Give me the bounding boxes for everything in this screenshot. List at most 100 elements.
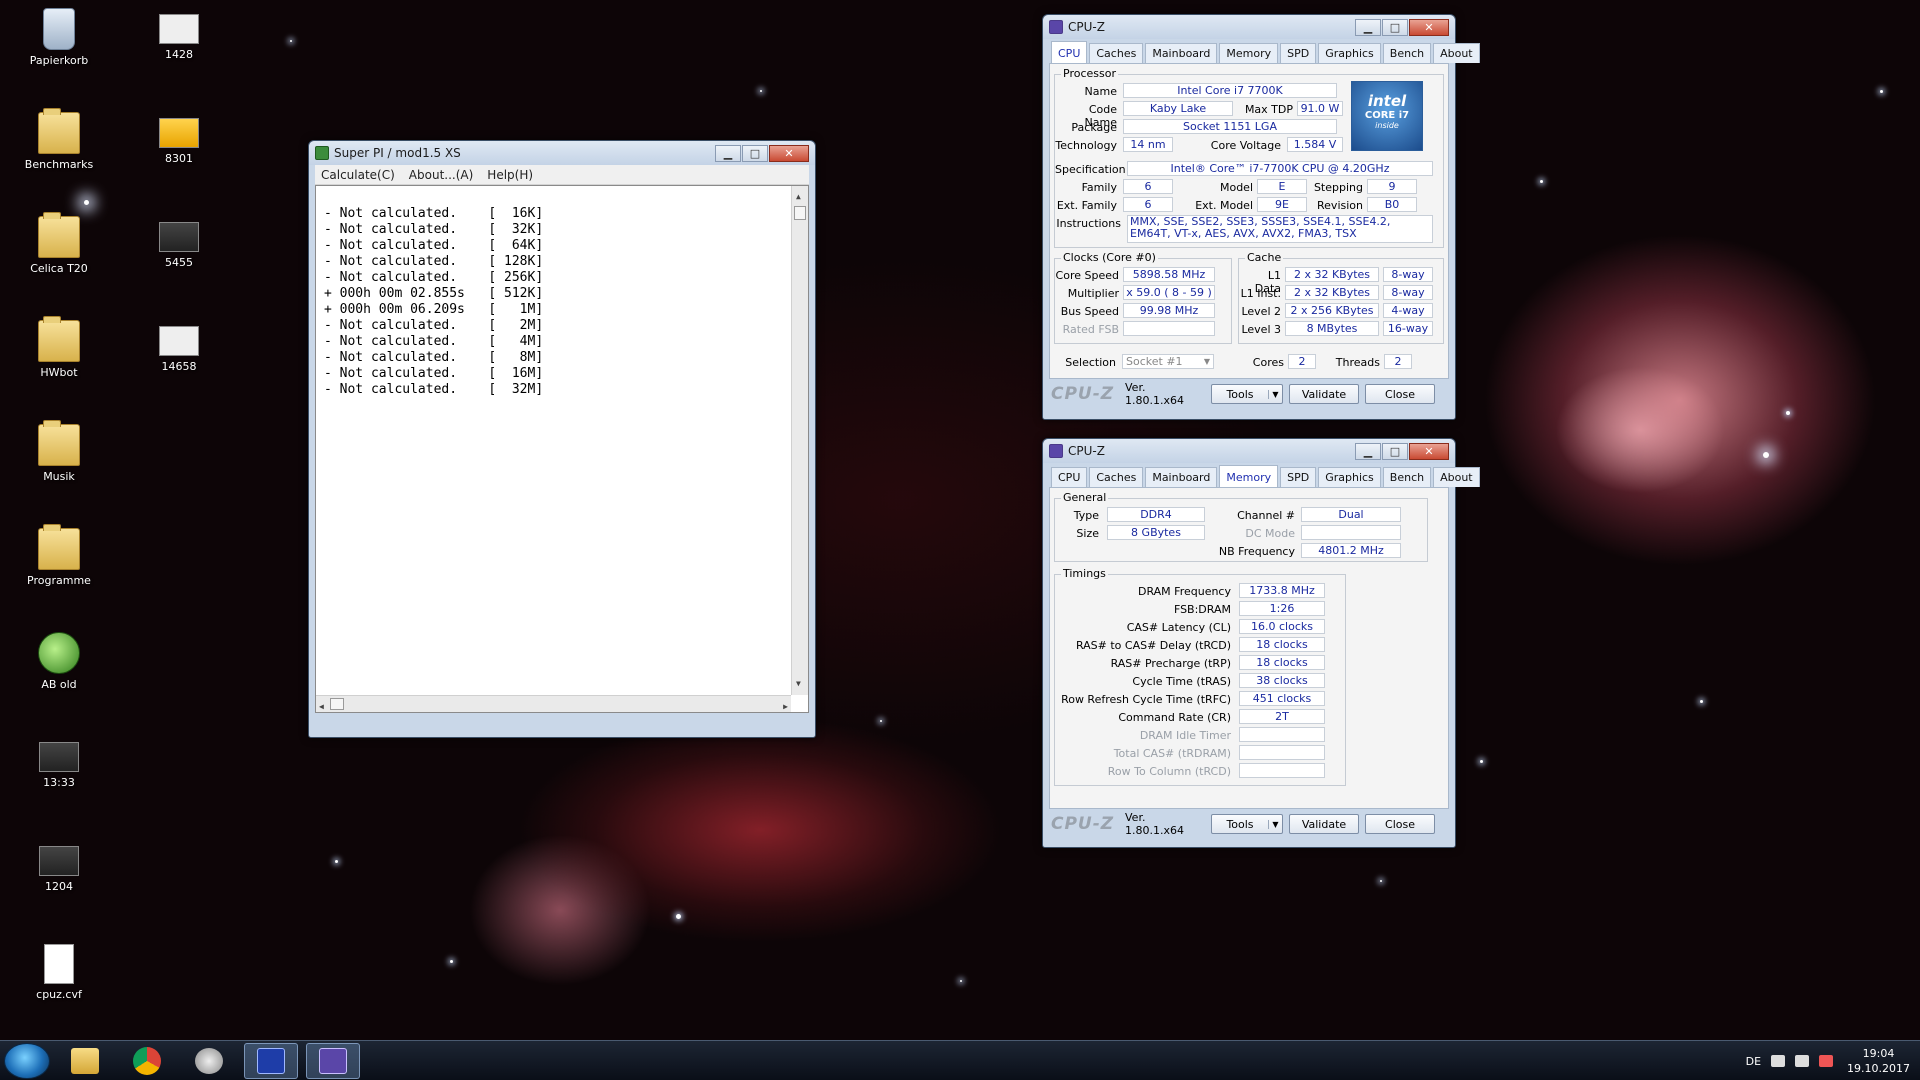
desktop-icon-label: 1204 bbox=[45, 880, 73, 893]
superpi-titlebar[interactable]: Super PI / mod1.5 XS ▁ □ ✕ bbox=[309, 141, 815, 165]
timing-label: FSB:DRAM bbox=[1173, 603, 1231, 616]
tab-memory[interactable]: Memory bbox=[1219, 465, 1279, 487]
desktop-icon-hwbot[interactable]: HWbot bbox=[14, 316, 104, 379]
desktop-icon-celica[interactable]: Celica T20 bbox=[14, 212, 104, 275]
cpuz-titlebar[interactable]: CPU-Z ▁ □ ✕ bbox=[1043, 15, 1455, 39]
desktop-icon-cpuz-cvf[interactable]: cpuz.cvf bbox=[14, 944, 104, 1001]
scroll-up-arrow-icon[interactable]: ▲ bbox=[796, 189, 801, 205]
minimize-button[interactable]: ▁ bbox=[715, 144, 741, 162]
close-button[interactable]: ✕ bbox=[1409, 18, 1449, 36]
package-value: Socket 1151 LGA bbox=[1123, 119, 1337, 134]
maximize-button[interactable]: □ bbox=[1382, 442, 1408, 460]
tab-cpu[interactable]: CPU bbox=[1051, 41, 1088, 63]
tab-memory[interactable]: Memory bbox=[1219, 43, 1279, 63]
tab-about[interactable]: About bbox=[1433, 467, 1480, 487]
window-title: CPU-Z bbox=[1068, 20, 1105, 34]
desktop-icon-programme[interactable]: Programme bbox=[14, 524, 104, 587]
cpuz-brand: CPU-Z bbox=[1051, 384, 1115, 404]
menu-calculate[interactable]: Calculate(C) bbox=[321, 168, 395, 182]
validate-button[interactable]: Validate bbox=[1289, 384, 1359, 404]
taskbar-chrome[interactable] bbox=[120, 1043, 174, 1079]
specification-value: Intel® Core™ i7-7700K CPU @ 4.20GHz bbox=[1127, 161, 1433, 176]
menu-help[interactable]: Help(H) bbox=[487, 168, 533, 182]
tab-cpu[interactable]: CPU bbox=[1051, 467, 1088, 487]
group-label: Cache bbox=[1245, 251, 1284, 264]
tab-spd[interactable]: SPD bbox=[1280, 467, 1317, 487]
scroll-right-arrow-icon[interactable]: ▶ bbox=[783, 699, 788, 715]
close-button[interactable]: Close bbox=[1365, 384, 1435, 404]
taskbar-superpi[interactable] bbox=[244, 1042, 298, 1079]
timing-label: Total CAS# (tRDRAM) bbox=[1113, 747, 1231, 760]
timing-value: 451 clocks bbox=[1239, 691, 1325, 706]
level3-label: Level 3 bbox=[1241, 323, 1281, 336]
taskbar-cpuz[interactable] bbox=[306, 1042, 360, 1079]
scroll-thumb[interactable] bbox=[794, 206, 806, 220]
language-indicator[interactable]: DE bbox=[1746, 1055, 1761, 1068]
group-label: Clocks (Core #0) bbox=[1061, 251, 1158, 264]
superpi-window[interactable]: Super PI / mod1.5 XS ▁ □ ✕ Calculate(C) … bbox=[308, 140, 816, 738]
start-button[interactable] bbox=[4, 1042, 50, 1079]
tab-caches[interactable]: Caches bbox=[1089, 467, 1144, 487]
version-label: Ver. 1.80.1.x64 bbox=[1125, 381, 1184, 407]
close-button[interactable]: ✕ bbox=[1409, 442, 1449, 460]
tab-mainboard[interactable]: Mainboard bbox=[1145, 43, 1218, 63]
desktop-icon-5455[interactable]: 5455 bbox=[134, 216, 224, 269]
desktop-icon-benchmarks[interactable]: Benchmarks bbox=[14, 108, 104, 171]
tools-button[interactable]: Tools ▼ bbox=[1211, 384, 1283, 404]
horizontal-scrollbar[interactable]: ◀ ▶ bbox=[316, 695, 791, 712]
volume-icon[interactable] bbox=[1771, 1055, 1786, 1067]
version-label: Ver. 1.80.1.x64 bbox=[1125, 811, 1184, 837]
tab-bench[interactable]: Bench bbox=[1382, 43, 1432, 63]
vertical-scrollbar[interactable]: ▲ ▼ bbox=[791, 186, 808, 695]
channel-value: Dual bbox=[1301, 507, 1401, 522]
scroll-down-arrow-icon[interactable]: ▼ bbox=[796, 676, 801, 692]
scroll-thumb[interactable] bbox=[330, 698, 344, 710]
desktop-icon-1333[interactable]: 13:33 bbox=[14, 736, 104, 789]
desktop-icon-papierkorb[interactable]: Papierkorb bbox=[14, 8, 104, 67]
dcmode-value bbox=[1301, 525, 1401, 540]
maximize-button[interactable]: □ bbox=[742, 144, 768, 162]
cpuz-memory-window[interactable]: CPU-Z ▁ □ ✕ CPU Caches Mainboard Memory … bbox=[1042, 438, 1480, 848]
flag-icon[interactable] bbox=[1795, 1055, 1810, 1067]
tab-graphics[interactable]: Graphics bbox=[1318, 467, 1381, 487]
tab-spd[interactable]: SPD bbox=[1280, 43, 1317, 63]
clocks-group: Clocks (Core #0) Core Speed 5898.58 MHz … bbox=[1054, 251, 1232, 344]
taskbar-afterburner[interactable] bbox=[182, 1043, 236, 1079]
tools-button[interactable]: Tools ▼ bbox=[1211, 814, 1283, 834]
clock[interactable]: 19:04 19.10.2017 bbox=[1847, 1046, 1910, 1076]
selection-label: Selection bbox=[1065, 356, 1116, 369]
tab-bench[interactable]: Bench bbox=[1382, 467, 1432, 487]
desktop-icon-ab-old[interactable]: AB old bbox=[14, 632, 104, 691]
type-label: Type bbox=[1073, 509, 1099, 522]
cpuz-cpu-window[interactable]: CPU-Z ▁ □ ✕ CPU Caches Mainboard Memory … bbox=[1042, 14, 1480, 420]
scroll-left-arrow-icon[interactable]: ◀ bbox=[319, 699, 324, 715]
processor-group: Processor Name Intel Core i7 7700K Code … bbox=[1054, 67, 1444, 248]
desktop-icon-1204[interactable]: 1204 bbox=[14, 840, 104, 893]
revision-value: B0 bbox=[1367, 197, 1417, 212]
result-line: - Not calculated. [ 4M] bbox=[324, 334, 544, 349]
timing-value: 18 clocks bbox=[1239, 637, 1325, 652]
logo-text: CORE i7 bbox=[1364, 110, 1410, 121]
tab-graphics[interactable]: Graphics bbox=[1318, 43, 1381, 63]
minimize-button[interactable]: ▁ bbox=[1355, 442, 1381, 460]
cpuz-titlebar[interactable]: CPU-Z ▁ □ ✕ bbox=[1043, 439, 1455, 463]
validate-button[interactable]: Validate bbox=[1289, 814, 1359, 834]
desktop-icon-14658[interactable]: 14658 bbox=[134, 320, 224, 373]
close-button[interactable]: Close bbox=[1365, 814, 1435, 834]
taskbar-explorer[interactable] bbox=[58, 1043, 112, 1079]
network-icon[interactable] bbox=[1819, 1055, 1834, 1067]
desktop-icon-8301[interactable]: 8301 bbox=[134, 112, 224, 165]
tab-caches[interactable]: Caches bbox=[1089, 43, 1144, 63]
tab-mainboard[interactable]: Mainboard bbox=[1145, 467, 1218, 487]
menu-about[interactable]: About...(A) bbox=[409, 168, 474, 182]
socket-select[interactable]: Socket #1 ▼ bbox=[1122, 354, 1214, 369]
maximize-button[interactable]: □ bbox=[1382, 18, 1408, 36]
level3-value: 8 MBytes bbox=[1285, 321, 1379, 336]
busspeed-value: 99.98 MHz bbox=[1123, 303, 1215, 318]
desktop-icon-1428[interactable]: 1428 bbox=[134, 8, 224, 61]
tab-about[interactable]: About bbox=[1433, 43, 1480, 63]
close-button[interactable]: ✕ bbox=[769, 144, 809, 162]
desktop-icon-musik[interactable]: Musik bbox=[14, 420, 104, 483]
minimize-button[interactable]: ▁ bbox=[1355, 18, 1381, 36]
timing-value: 1:26 bbox=[1239, 601, 1325, 616]
